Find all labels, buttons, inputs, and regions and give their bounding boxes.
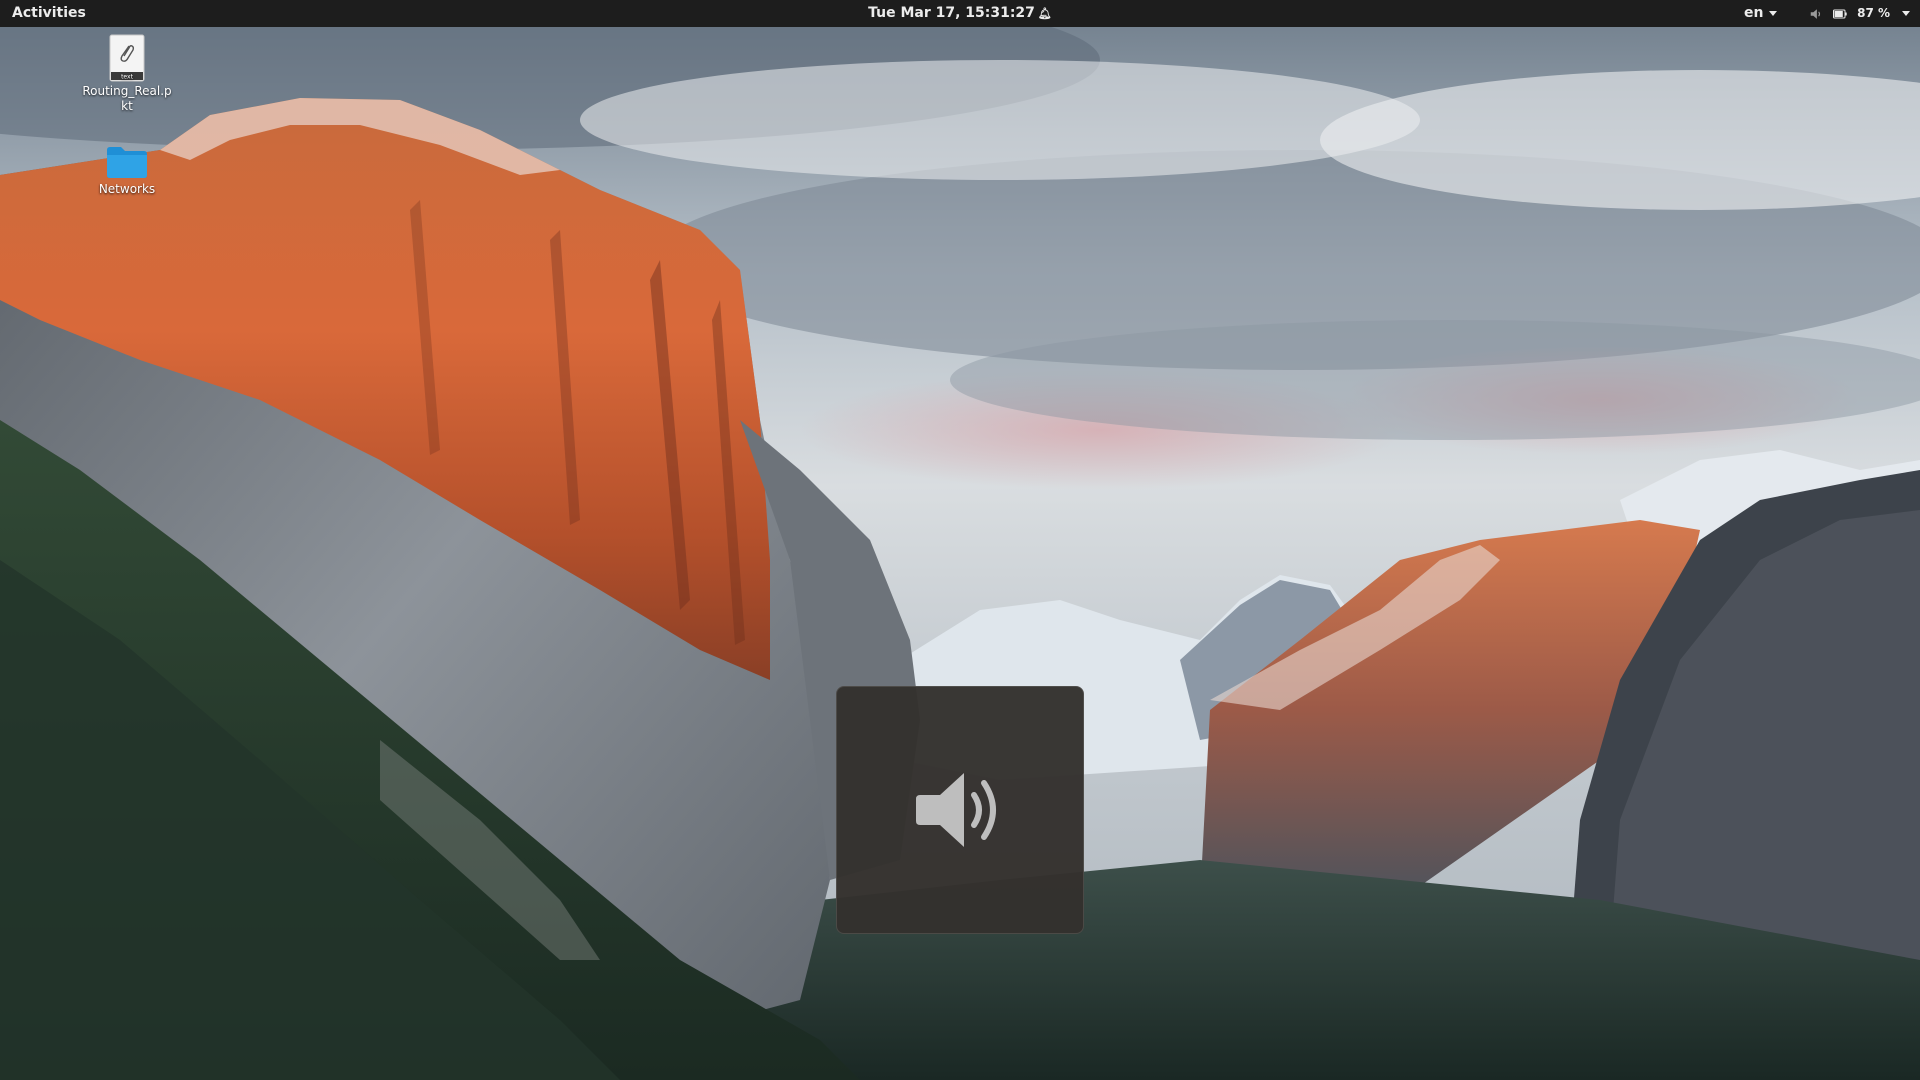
desktop-icon-label: Networks	[98, 182, 156, 196]
battery-icon	[1833, 9, 1847, 18]
clock-area: Tue Mar 17, 15:31:27 🔔︎	[0, 0, 1920, 27]
activities-button[interactable]: Activities	[0, 0, 98, 27]
folder-icon	[107, 147, 147, 178]
system-menu[interactable]: 87 %	[1801, 0, 1920, 27]
input-source-menu[interactable]: en	[1738, 0, 1783, 27]
volume-osd	[836, 686, 1084, 934]
bell-icon: 🔔︎	[1037, 7, 1052, 20]
audio-volume-icon	[916, 773, 996, 847]
desktop-folder-networks[interactable]: Networks	[79, 144, 175, 197]
chevron-down-icon	[1902, 11, 1910, 16]
speaker-icon	[1810, 8, 1821, 19]
file-type-badge: text	[121, 74, 133, 81]
text-file-icon: text	[109, 34, 145, 82]
desktop-file-routing-real[interactable]: text Routing_Real.pkt	[79, 34, 175, 114]
clock-button[interactable]: Tue Mar 17, 15:31:27 🔔︎	[858, 0, 1062, 27]
clock-text: Tue Mar 17, 15:31:27	[868, 5, 1035, 21]
battery-percent: 87 %	[1857, 6, 1890, 20]
chevron-down-icon	[1769, 10, 1778, 16]
desktop-icon-label: Routing_Real.pkt	[82, 84, 172, 113]
input-source-label: en	[1744, 5, 1764, 21]
desktop[interactable]: Activities Tue Mar 17, 15:31:27 🔔︎ en 87 …	[0, 0, 1920, 1080]
top-bar: Activities Tue Mar 17, 15:31:27 🔔︎ en 87 …	[0, 0, 1920, 27]
